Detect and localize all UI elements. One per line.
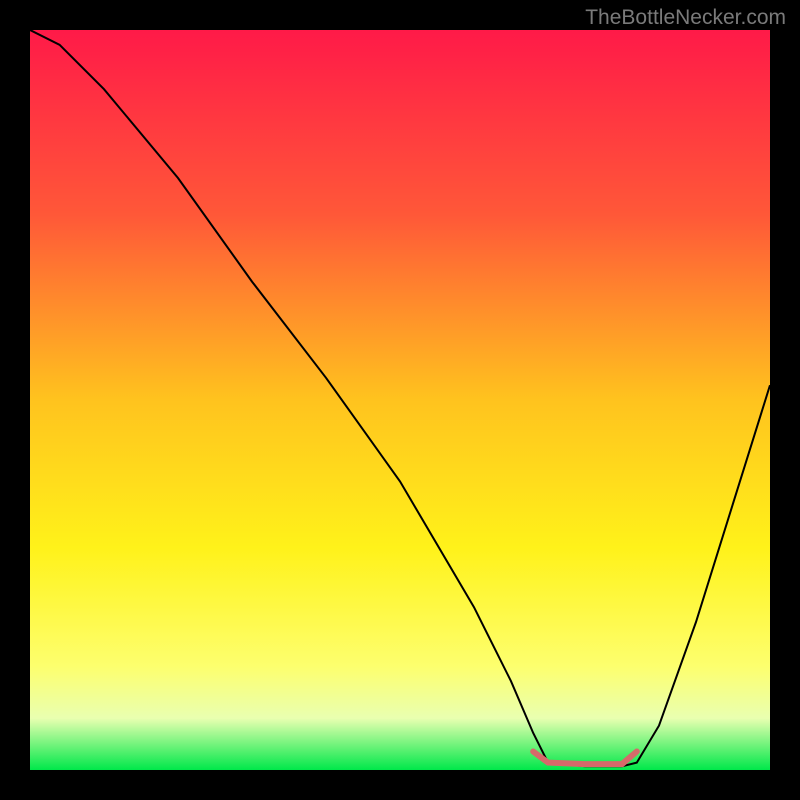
attribution-label: TheBottleNecker.com: [585, 6, 786, 30]
chart-plot-area: [30, 30, 770, 770]
chart-background: [30, 30, 770, 770]
bottleneck-chart: [30, 30, 770, 770]
